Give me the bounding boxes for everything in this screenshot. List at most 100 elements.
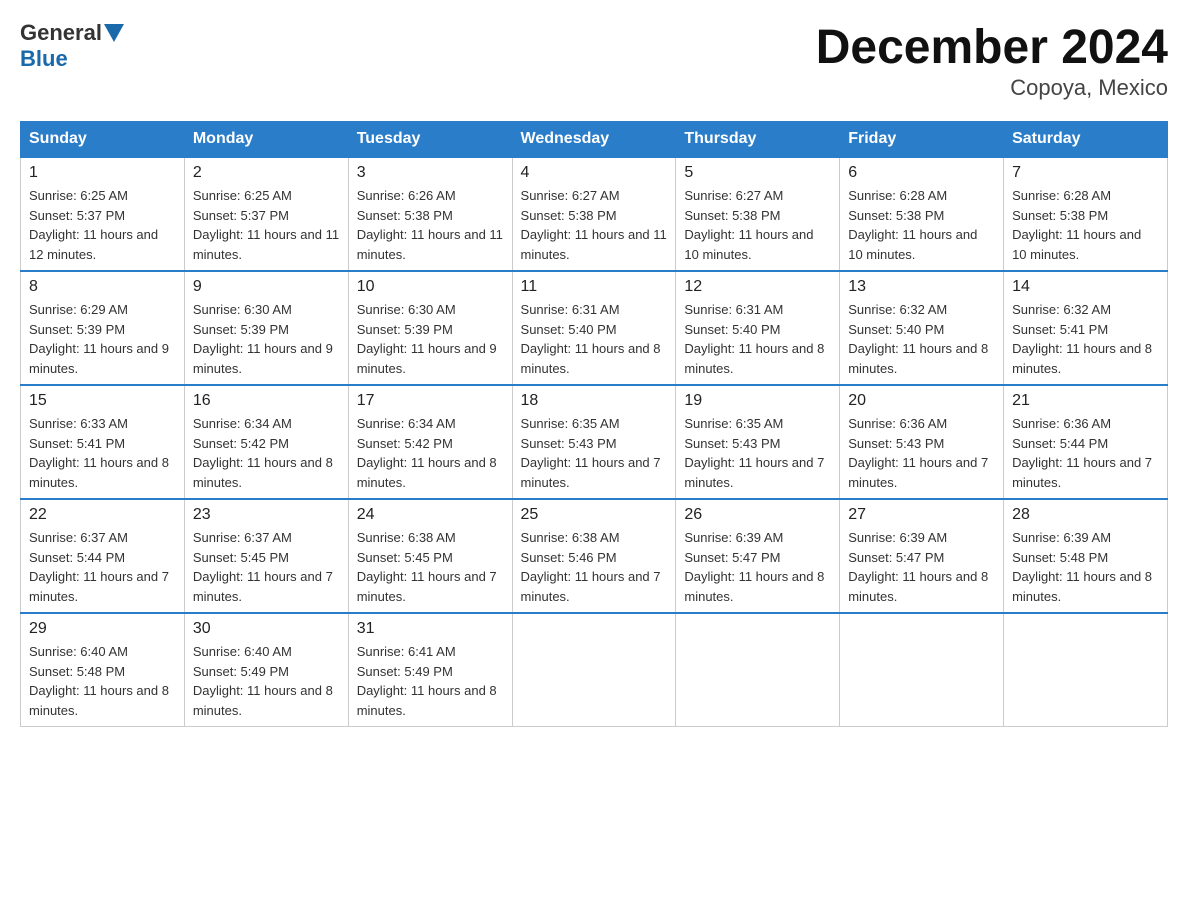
- calendar-week-row: 8 Sunrise: 6:29 AMSunset: 5:39 PMDaylight…: [21, 271, 1168, 385]
- day-number: 2: [193, 164, 340, 182]
- day-number: 7: [1012, 164, 1159, 182]
- day-number: 11: [521, 278, 668, 296]
- calendar-cell: [676, 613, 840, 727]
- calendar-cell: 23 Sunrise: 6:37 AMSunset: 5:45 PMDayligh…: [184, 499, 348, 613]
- calendar-cell: 5 Sunrise: 6:27 AMSunset: 5:38 PMDaylight…: [676, 157, 840, 271]
- calendar-week-row: 15Sunrise: 6:33 AMSunset: 5:41 PMDayligh…: [21, 385, 1168, 499]
- calendar-cell: 17Sunrise: 6:34 AMSunset: 5:42 PMDayligh…: [348, 385, 512, 499]
- day-info: Sunrise: 6:38 AMSunset: 5:45 PMDaylight:…: [357, 528, 504, 606]
- day-number: 10: [357, 278, 504, 296]
- day-info: Sunrise: 6:35 AMSunset: 5:43 PMDaylight:…: [684, 414, 831, 492]
- day-number: 21: [1012, 392, 1159, 410]
- day-number: 29: [29, 620, 176, 638]
- calendar-cell: [512, 613, 676, 727]
- calendar-cell: 22Sunrise: 6:37 AMSunset: 5:44 PMDayligh…: [21, 499, 185, 613]
- calendar-cell: 7 Sunrise: 6:28 AMSunset: 5:38 PMDaylight…: [1004, 157, 1168, 271]
- page-header: General Blue December 2024 Copoya, Mexic…: [20, 20, 1168, 101]
- calendar-cell: 9 Sunrise: 6:30 AMSunset: 5:39 PMDaylight…: [184, 271, 348, 385]
- calendar-header: Sunday Monday Tuesday Wednesday Thursday…: [21, 122, 1168, 158]
- day-info: Sunrise: 6:36 AMSunset: 5:44 PMDaylight:…: [1012, 414, 1159, 492]
- calendar-cell: 8 Sunrise: 6:29 AMSunset: 5:39 PMDaylight…: [21, 271, 185, 385]
- day-number: 16: [193, 392, 340, 410]
- calendar-cell: 28 Sunrise: 6:39 AMSunset: 5:48 PMDayligh…: [1004, 499, 1168, 613]
- calendar-cell: 20 Sunrise: 6:36 AMSunset: 5:43 PMDayligh…: [840, 385, 1004, 499]
- day-info: Sunrise: 6:33 AMSunset: 5:41 PMDaylight:…: [29, 414, 176, 492]
- calendar-cell: 21 Sunrise: 6:36 AMSunset: 5:44 PMDayligh…: [1004, 385, 1168, 499]
- day-info: Sunrise: 6:39 AMSunset: 5:47 PMDaylight:…: [848, 528, 995, 606]
- day-number: 9: [193, 278, 340, 296]
- calendar-cell: 12 Sunrise: 6:31 AMSunset: 5:40 PMDayligh…: [676, 271, 840, 385]
- day-number: 28: [1012, 506, 1159, 524]
- calendar-cell: [840, 613, 1004, 727]
- calendar-cell: 16 Sunrise: 6:34 AMSunset: 5:42 PMDayligh…: [184, 385, 348, 499]
- calendar-table: Sunday Monday Tuesday Wednesday Thursday…: [20, 121, 1168, 727]
- day-info: Sunrise: 6:32 AMSunset: 5:41 PMDaylight:…: [1012, 300, 1159, 378]
- day-info: Sunrise: 6:27 AMSunset: 5:38 PMDaylight:…: [521, 186, 668, 264]
- day-number: 24: [357, 506, 504, 524]
- day-number: 19: [684, 392, 831, 410]
- day-info: Sunrise: 6:30 AMSunset: 5:39 PMDaylight:…: [193, 300, 340, 378]
- calendar-cell: 25 Sunrise: 6:38 AMSunset: 5:46 PMDayligh…: [512, 499, 676, 613]
- calendar-cell: 24 Sunrise: 6:38 AMSunset: 5:45 PMDayligh…: [348, 499, 512, 613]
- day-info: Sunrise: 6:25 AMSunset: 5:37 PMDaylight:…: [29, 186, 176, 264]
- calendar-cell: 29 Sunrise: 6:40 AMSunset: 5:48 PMDayligh…: [21, 613, 185, 727]
- calendar-cell: 18Sunrise: 6:35 AMSunset: 5:43 PMDayligh…: [512, 385, 676, 499]
- day-number: 13: [848, 278, 995, 296]
- day-info: Sunrise: 6:40 AMSunset: 5:49 PMDaylight:…: [193, 642, 340, 720]
- location-text: Copoya, Mexico: [816, 75, 1168, 101]
- calendar-cell: 1 Sunrise: 6:25 AMSunset: 5:37 PMDaylight…: [21, 157, 185, 271]
- col-monday: Monday: [184, 122, 348, 158]
- col-thursday: Thursday: [676, 122, 840, 158]
- calendar-cell: 14 Sunrise: 6:32 AMSunset: 5:41 PMDayligh…: [1004, 271, 1168, 385]
- day-info: Sunrise: 6:35 AMSunset: 5:43 PMDaylight:…: [521, 414, 668, 492]
- day-info: Sunrise: 6:26 AMSunset: 5:38 PMDaylight:…: [357, 186, 504, 264]
- calendar-cell: 26 Sunrise: 6:39 AMSunset: 5:47 PMDayligh…: [676, 499, 840, 613]
- day-info: Sunrise: 6:31 AMSunset: 5:40 PMDaylight:…: [521, 300, 668, 378]
- day-number: 5: [684, 164, 831, 182]
- day-number: 31: [357, 620, 504, 638]
- calendar-cell: 6Sunrise: 6:28 AMSunset: 5:38 PMDaylight…: [840, 157, 1004, 271]
- col-wednesday: Wednesday: [512, 122, 676, 158]
- day-info: Sunrise: 6:40 AMSunset: 5:48 PMDaylight:…: [29, 642, 176, 720]
- day-info: Sunrise: 6:37 AMSunset: 5:44 PMDaylight:…: [29, 528, 176, 606]
- day-number: 20: [848, 392, 995, 410]
- day-number: 23: [193, 506, 340, 524]
- col-saturday: Saturday: [1004, 122, 1168, 158]
- day-number: 1: [29, 164, 176, 182]
- day-info: Sunrise: 6:39 AMSunset: 5:48 PMDaylight:…: [1012, 528, 1159, 606]
- calendar-cell: 31Sunrise: 6:41 AMSunset: 5:49 PMDayligh…: [348, 613, 512, 727]
- day-info: Sunrise: 6:36 AMSunset: 5:43 PMDaylight:…: [848, 414, 995, 492]
- calendar-week-row: 1 Sunrise: 6:25 AMSunset: 5:37 PMDaylight…: [21, 157, 1168, 271]
- calendar-cell: 10 Sunrise: 6:30 AMSunset: 5:39 PMDayligh…: [348, 271, 512, 385]
- calendar-cell: 27 Sunrise: 6:39 AMSunset: 5:47 PMDayligh…: [840, 499, 1004, 613]
- month-title: December 2024: [816, 20, 1168, 75]
- day-info: Sunrise: 6:38 AMSunset: 5:46 PMDaylight:…: [521, 528, 668, 606]
- day-number: 25: [521, 506, 668, 524]
- calendar-cell: 11 Sunrise: 6:31 AMSunset: 5:40 PMDayligh…: [512, 271, 676, 385]
- day-number: 14: [1012, 278, 1159, 296]
- logo-blue-text: Blue: [20, 46, 68, 71]
- logo-general-text: General: [20, 20, 102, 46]
- day-info: Sunrise: 6:37 AMSunset: 5:45 PMDaylight:…: [193, 528, 340, 606]
- day-info: Sunrise: 6:31 AMSunset: 5:40 PMDaylight:…: [684, 300, 831, 378]
- day-info: Sunrise: 6:30 AMSunset: 5:39 PMDaylight:…: [357, 300, 504, 378]
- title-area: December 2024 Copoya, Mexico: [816, 20, 1168, 101]
- day-info: Sunrise: 6:39 AMSunset: 5:47 PMDaylight:…: [684, 528, 831, 606]
- calendar-cell: [1004, 613, 1168, 727]
- calendar-cell: 30Sunrise: 6:40 AMSunset: 5:49 PMDayligh…: [184, 613, 348, 727]
- day-number: 27: [848, 506, 995, 524]
- day-number: 6: [848, 164, 995, 182]
- day-number: 26: [684, 506, 831, 524]
- calendar-body: 1 Sunrise: 6:25 AMSunset: 5:37 PMDaylight…: [21, 157, 1168, 727]
- calendar-week-row: 29 Sunrise: 6:40 AMSunset: 5:48 PMDayligh…: [21, 613, 1168, 727]
- day-number: 8: [29, 278, 176, 296]
- day-info: Sunrise: 6:27 AMSunset: 5:38 PMDaylight:…: [684, 186, 831, 264]
- day-info: Sunrise: 6:29 AMSunset: 5:39 PMDaylight:…: [29, 300, 176, 378]
- header-row: Sunday Monday Tuesday Wednesday Thursday…: [21, 122, 1168, 158]
- col-sunday: Sunday: [21, 122, 185, 158]
- day-info: Sunrise: 6:28 AMSunset: 5:38 PMDaylight:…: [1012, 186, 1159, 264]
- logo-arrow-icon: [104, 24, 124, 42]
- day-number: 12: [684, 278, 831, 296]
- day-info: Sunrise: 6:34 AMSunset: 5:42 PMDaylight:…: [193, 414, 340, 492]
- logo: General Blue: [20, 20, 126, 72]
